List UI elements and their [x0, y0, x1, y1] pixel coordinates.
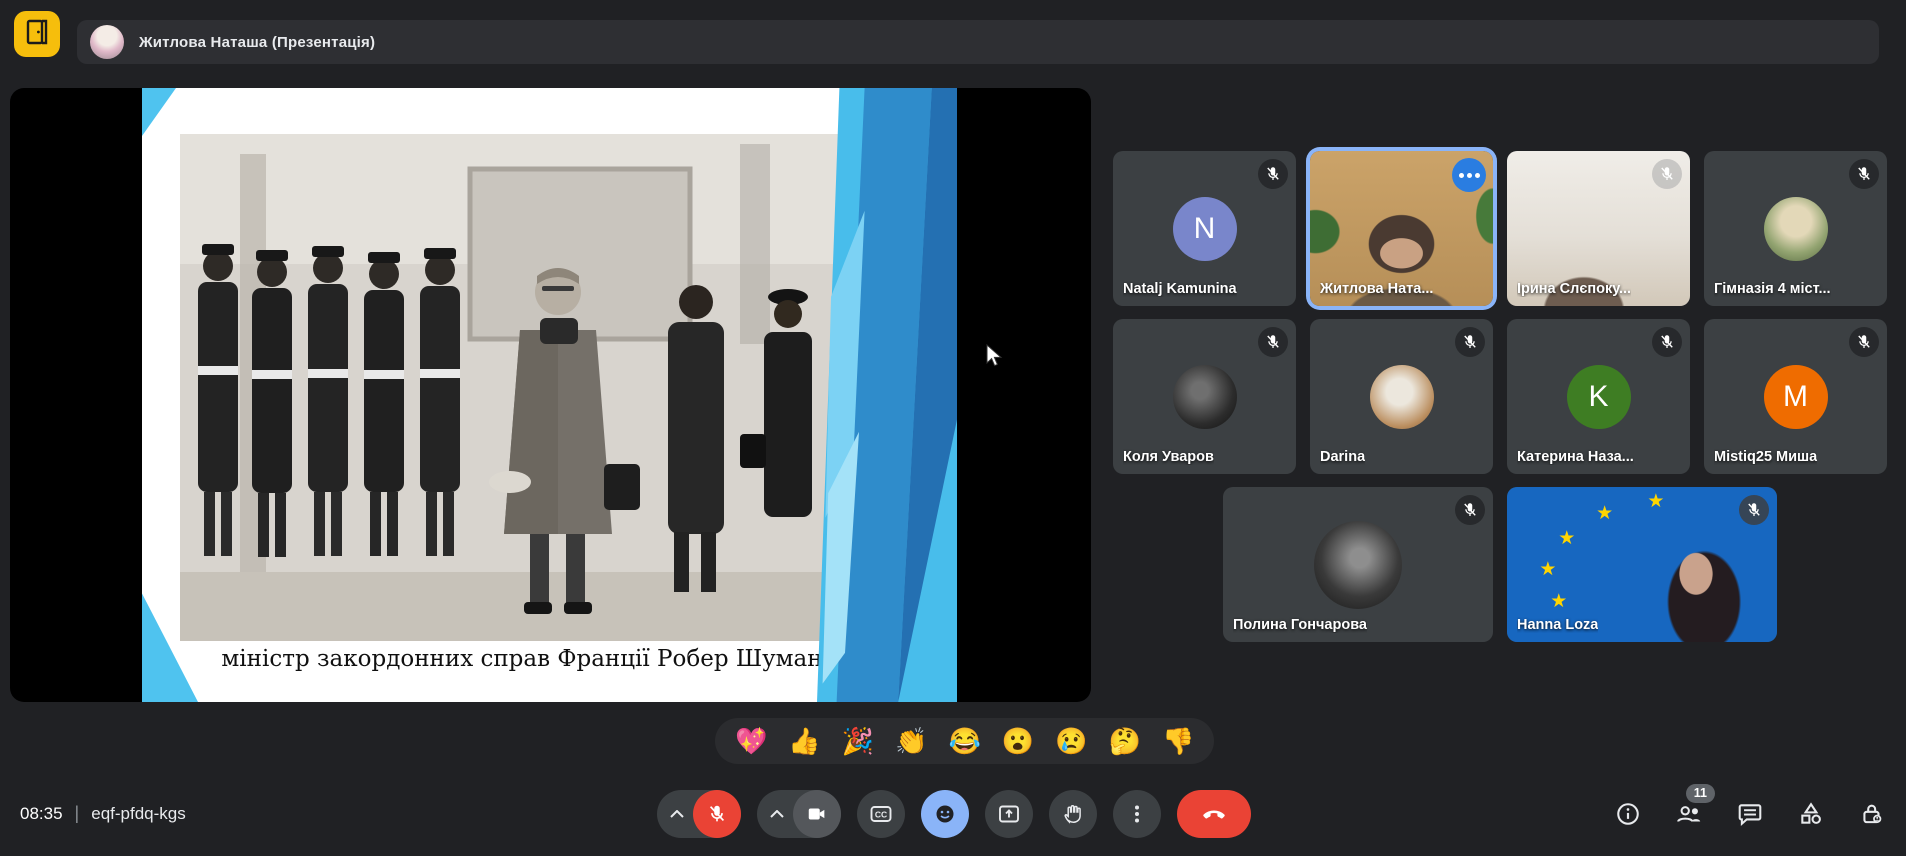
- presenter-banner[interactable]: Житлова Наташа (Презентація): [77, 20, 1879, 64]
- presenter-name: Житлова Наташа (Презентація): [139, 34, 375, 51]
- presentation-slide: міністр закордонних справ Франції Робер …: [142, 88, 957, 702]
- mic-muted-icon: [1739, 495, 1769, 525]
- present-button[interactable]: [985, 790, 1033, 838]
- camera-button[interactable]: [793, 790, 841, 838]
- host-controls-button[interactable]: [1858, 790, 1886, 838]
- divider: |: [75, 803, 80, 824]
- participant-tile[interactable]: K Катерина Наза...: [1507, 319, 1690, 474]
- participant-tile[interactable]: Гімназія 4 міст...: [1704, 151, 1887, 306]
- participant-name: Катерина Наза...: [1517, 449, 1634, 465]
- participant-name: Hanna Loza: [1517, 617, 1598, 633]
- participant-count-badge: 11: [1686, 784, 1715, 803]
- mic-muted-icon: [1455, 327, 1485, 357]
- call-controls: CC: [657, 790, 1251, 838]
- mic-muted-icon: [1258, 159, 1288, 189]
- end-call-button[interactable]: [1177, 790, 1251, 838]
- reaction-emoji[interactable]: 👎: [1162, 728, 1194, 754]
- avatar: [1370, 365, 1434, 429]
- participant-name: Житлова Ната...: [1320, 281, 1433, 297]
- participant-name: Гімназія 4 міст...: [1714, 281, 1831, 297]
- participant-tile[interactable]: Коля Уваров: [1113, 319, 1296, 474]
- meeting-info: 08:35 | eqf-pfdq-kgs: [20, 803, 186, 824]
- people-button[interactable]: 11: [1675, 790, 1703, 838]
- reaction-emoji[interactable]: 💖: [735, 728, 767, 754]
- participant-tile[interactable]: Полина Гончарова: [1223, 487, 1493, 642]
- avatar: [1314, 521, 1402, 609]
- participant-name: Коля Уваров: [1123, 449, 1214, 465]
- avatar: K: [1567, 365, 1631, 429]
- captions-button[interactable]: CC: [857, 790, 905, 838]
- mic-muted-icon: [1849, 327, 1879, 357]
- camera-button-group[interactable]: [757, 790, 841, 838]
- avatar: M: [1764, 365, 1828, 429]
- svg-text:CC: CC: [875, 810, 887, 820]
- participant-tile[interactable]: Darina: [1310, 319, 1493, 474]
- mic-muted-icon: [1258, 327, 1288, 357]
- presenter-avatar: [90, 25, 124, 59]
- avatar: [1173, 365, 1237, 429]
- mic-muted-icon: [1652, 159, 1682, 189]
- avatar: N: [1173, 197, 1237, 261]
- reactions-bar: 💖 👍 🎉 👏 😂 😮 😢 🤔 👎: [715, 718, 1214, 764]
- participant-name: Darina: [1320, 449, 1365, 465]
- mouse-cursor: [985, 344, 1005, 373]
- slide-side-decoration: [817, 88, 957, 702]
- reaction-emoji[interactable]: 😮: [1002, 728, 1034, 754]
- reaction-emoji[interactable]: 🎉: [842, 728, 874, 754]
- panel-icons: 11: [1614, 790, 1886, 838]
- participant-name: Mistiq25 Миша: [1714, 449, 1817, 465]
- clock-time: 08:35: [20, 804, 63, 824]
- activities-button[interactable]: [1797, 790, 1825, 838]
- door-icon: [25, 19, 49, 50]
- participants-row: N Natalj Kamunina Житлова Ната... Ірина Слє…: [1113, 151, 1887, 306]
- reaction-emoji[interactable]: 😢: [1055, 728, 1087, 754]
- meeting-room-tile[interactable]: [14, 11, 60, 57]
- reactions-button[interactable]: [921, 790, 969, 838]
- mic-muted-icon: [1455, 495, 1485, 525]
- participant-tile[interactable]: Житлова Ната...: [1310, 151, 1493, 306]
- tile-menu-button[interactable]: [1452, 158, 1486, 192]
- participant-name: Полина Гончарова: [1233, 617, 1367, 633]
- participant-tile[interactable]: Ірина Слєпоку...: [1507, 151, 1690, 306]
- reaction-emoji[interactable]: 👍: [788, 728, 820, 754]
- reaction-emoji[interactable]: 👏: [895, 728, 927, 754]
- mic-mute-button[interactable]: [693, 790, 741, 838]
- meeting-code: eqf-pfdq-kgs: [91, 804, 186, 824]
- mic-muted-icon: [1849, 159, 1879, 189]
- slide-photo-schuman: [180, 134, 865, 641]
- participants-row: Полина Гончарова ★★★★★Hanna Loza: [1113, 487, 1887, 642]
- info-button[interactable]: [1614, 790, 1642, 838]
- chat-button[interactable]: [1736, 790, 1764, 838]
- participant-name: Natalj Kamunina: [1123, 281, 1237, 297]
- chevron-up-icon[interactable]: [770, 810, 784, 818]
- participant-tile[interactable]: M Mistiq25 Миша: [1704, 319, 1887, 474]
- participants-row: Коля Уваров Darina K Катерина Наза... M Misti…: [1113, 319, 1887, 474]
- shared-screen-stage[interactable]: міністр закордонних справ Франції Робер …: [10, 88, 1091, 702]
- chevron-up-icon[interactable]: [670, 810, 684, 818]
- participants-grid: N Natalj Kamunina Житлова Ната... Ірина Слє…: [1113, 151, 1887, 655]
- avatar: [1764, 197, 1828, 261]
- slide-corner-decoration: [142, 88, 176, 136]
- participant-tile[interactable]: ★★★★★Hanna Loza: [1507, 487, 1777, 642]
- participant-name: Ірина Слєпоку...: [1517, 281, 1631, 297]
- participant-tile[interactable]: N Natalj Kamunina: [1113, 151, 1296, 306]
- mic-button-group[interactable]: [657, 790, 741, 838]
- raise-hand-button[interactable]: [1049, 790, 1097, 838]
- reaction-emoji[interactable]: 🤔: [1109, 728, 1141, 754]
- slide-caption: міністр закордонних справ Франції Робер …: [142, 646, 902, 672]
- more-options-button[interactable]: [1113, 790, 1161, 838]
- mic-muted-icon: [1652, 327, 1682, 357]
- reaction-emoji[interactable]: 😂: [949, 728, 981, 754]
